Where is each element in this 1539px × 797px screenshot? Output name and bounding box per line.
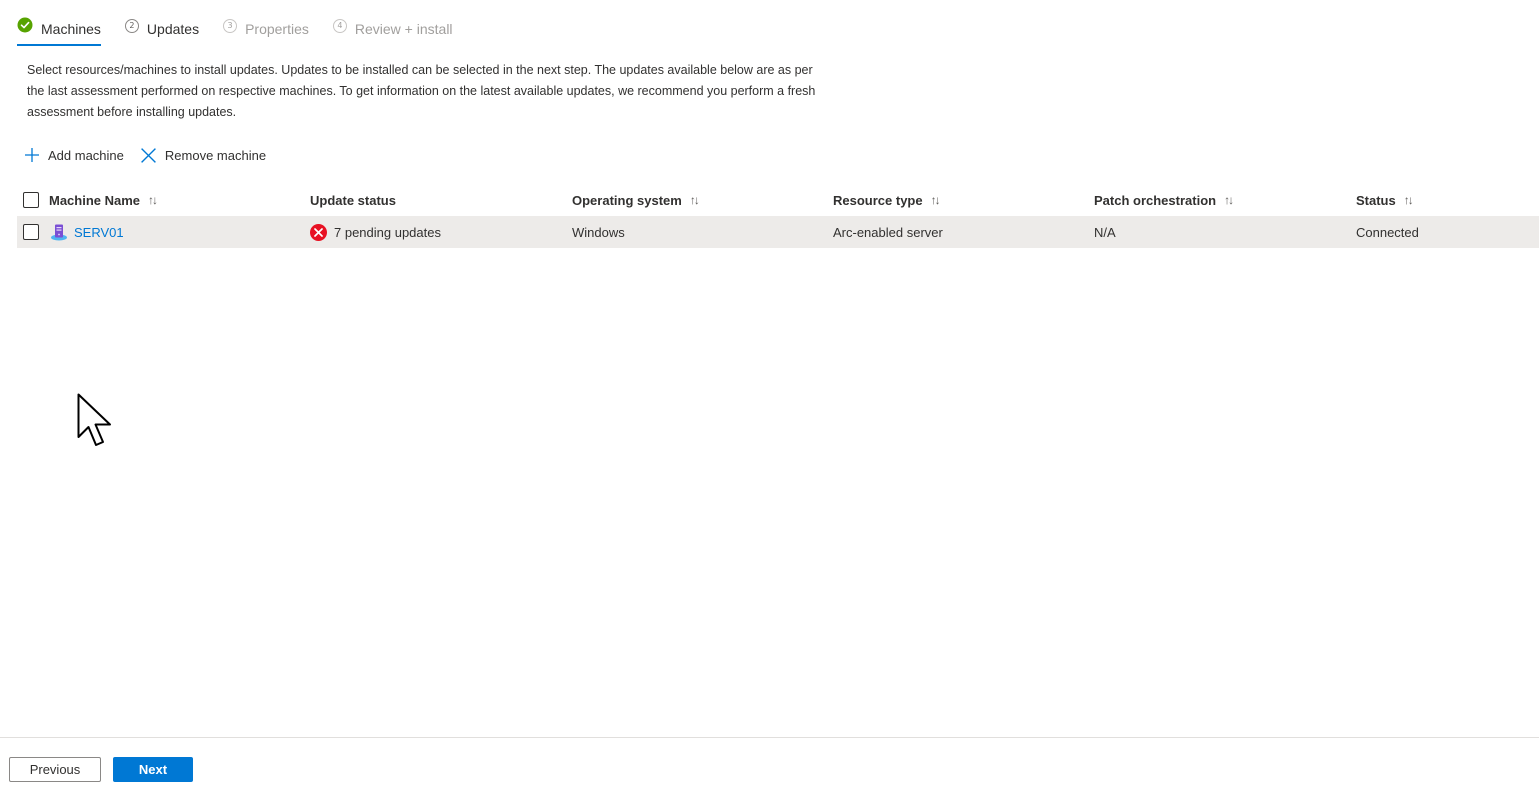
operating-system-cell: Windows bbox=[572, 224, 625, 240]
tab-review-install-label: Review + install bbox=[354, 21, 453, 37]
step-number-icon: 4 bbox=[332, 19, 347, 33]
column-header-resource-type[interactable]: Resource type ↑↓ bbox=[833, 184, 941, 216]
column-header-status[interactable]: Status ↑↓ bbox=[1356, 184, 1414, 216]
footer-divider bbox=[0, 737, 1539, 738]
remove-machine-button[interactable]: Remove machine bbox=[140, 143, 266, 167]
error-icon bbox=[310, 223, 327, 241]
command-bar: Add machine Remove machine bbox=[24, 143, 282, 167]
patch-orchestration-cell: N/A bbox=[1094, 224, 1116, 240]
column-header-update-status: Update status bbox=[310, 184, 396, 216]
select-all-checkbox[interactable] bbox=[23, 192, 39, 208]
plus-icon bbox=[24, 147, 40, 163]
next-button[interactable]: Next bbox=[113, 757, 193, 782]
row-checkbox[interactable] bbox=[23, 224, 39, 240]
sort-icon[interactable]: ↑↓ bbox=[931, 193, 941, 207]
resource-type-cell: Arc-enabled server bbox=[833, 224, 943, 240]
sort-icon[interactable]: ↑↓ bbox=[148, 193, 158, 207]
column-header-machine-name[interactable]: Machine Name ↑↓ bbox=[49, 184, 158, 216]
column-header-patch-orchestration[interactable]: Patch orchestration ↑↓ bbox=[1094, 184, 1234, 216]
status-cell: Connected bbox=[1356, 224, 1419, 240]
tab-machines[interactable]: Machines bbox=[17, 14, 101, 46]
tab-properties[interactable]: 3 Properties bbox=[223, 14, 309, 44]
row-select-cell bbox=[23, 216, 39, 248]
column-label: Operating system bbox=[572, 192, 682, 208]
select-all-cell bbox=[23, 184, 39, 216]
tab-updates-label: Updates bbox=[146, 21, 200, 37]
machine-name-cell: SERV01 bbox=[50, 216, 124, 248]
update-status-cell: 7 pending updates bbox=[310, 216, 441, 248]
add-machine-button[interactable]: Add machine bbox=[24, 143, 124, 167]
tab-updates[interactable]: 2 Updates bbox=[124, 14, 200, 44]
step-number-icon: 3 bbox=[223, 19, 238, 33]
sort-icon[interactable]: ↑↓ bbox=[690, 193, 700, 207]
checkmark-circle-icon bbox=[17, 17, 33, 33]
column-label: Status bbox=[1356, 192, 1396, 208]
column-label: Resource type bbox=[833, 192, 923, 208]
update-status-text: 7 pending updates bbox=[334, 224, 441, 240]
column-label: Patch orchestration bbox=[1094, 192, 1217, 208]
column-label: Machine Name bbox=[49, 192, 141, 208]
tab-properties-label: Properties bbox=[245, 21, 309, 37]
server-icon bbox=[50, 223, 68, 241]
table-row[interactable]: SERV01 7 pending updates Windows Arc-ena… bbox=[17, 216, 1539, 248]
previous-button[interactable]: Previous bbox=[9, 757, 101, 782]
step-number-icon: 2 bbox=[124, 19, 139, 33]
sort-icon[interactable]: ↑↓ bbox=[1404, 193, 1414, 207]
column-label: Update status bbox=[310, 192, 396, 208]
tab-review-install[interactable]: 4 Review + install bbox=[332, 14, 453, 44]
wizard-tabs: Machines 2 Updates 3 Properties 4 Review… bbox=[17, 14, 477, 46]
remove-machine-label: Remove machine bbox=[164, 147, 267, 163]
mouse-pointer-icon bbox=[77, 393, 117, 454]
close-icon bbox=[140, 147, 157, 164]
machine-name-link[interactable]: SERV01 bbox=[74, 225, 124, 240]
column-header-operating-system[interactable]: Operating system ↑↓ bbox=[572, 184, 700, 216]
grid-header-row: Machine Name ↑↓ Update status Operating … bbox=[17, 184, 1539, 216]
page-description: Select resources/machines to install upd… bbox=[27, 63, 816, 119]
add-machine-label: Add machine bbox=[48, 147, 124, 163]
tab-machines-label: Machines bbox=[41, 21, 101, 37]
sort-icon[interactable]: ↑↓ bbox=[1224, 193, 1234, 207]
machines-grid: Machine Name ↑↓ Update status Operating … bbox=[17, 184, 1539, 248]
